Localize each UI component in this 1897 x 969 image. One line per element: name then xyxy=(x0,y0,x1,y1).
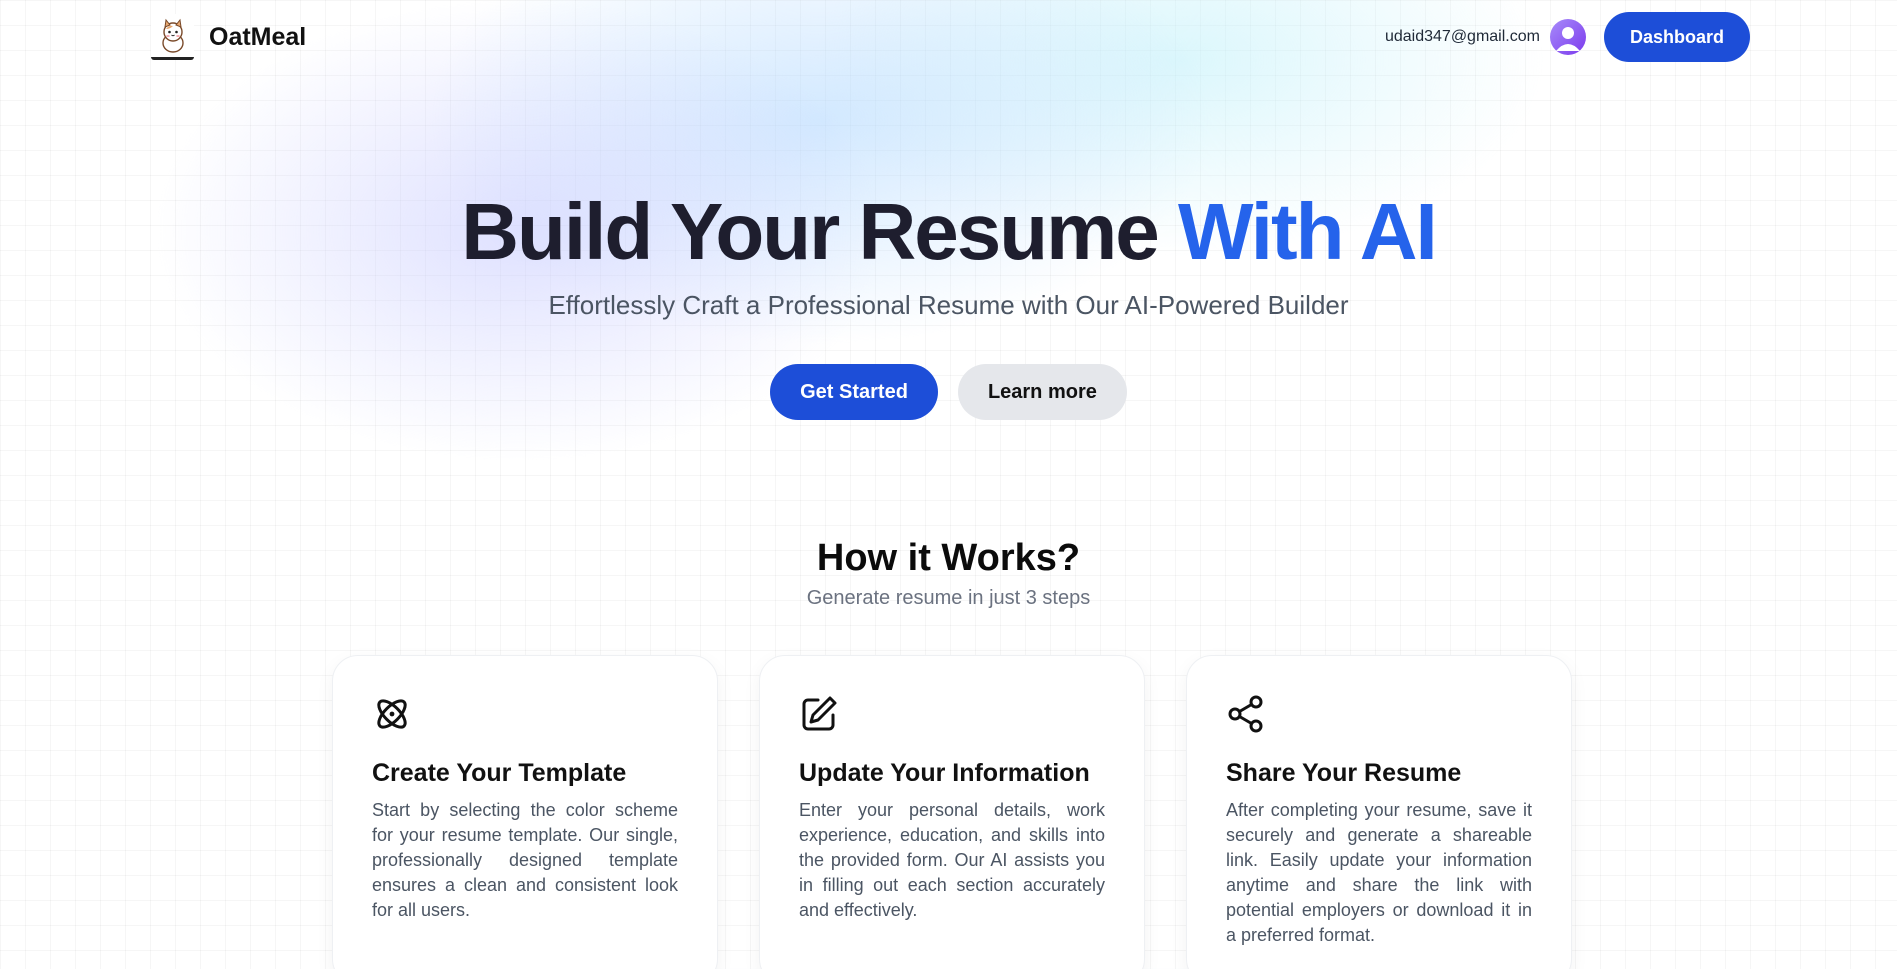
step-title: Update Your Information xyxy=(799,759,1090,787)
hero-subtitle: Effortlessly Craft a Professional Resume… xyxy=(548,290,1349,320)
hero-title: Build Your Resume With AI xyxy=(0,186,1897,278)
dashboard-button[interactable]: Dashboard xyxy=(1603,12,1750,62)
step-description: After completing your resume, save it se… xyxy=(1226,800,1532,945)
learn-more-button[interactable]: Learn more xyxy=(957,364,1127,420)
step-description: Enter your personal details, work experi… xyxy=(799,800,1105,920)
how-it-works-subtitle: Generate resume in just 3 steps xyxy=(806,587,1091,609)
step-card-share: Share Your Resume After completing your … xyxy=(1186,655,1572,969)
get-started-button[interactable]: Get Started xyxy=(770,364,938,420)
hero-actions: Get Started Learn more xyxy=(0,364,1897,420)
how-it-works-title: How it Works? xyxy=(816,537,1081,579)
step-card-template: Create Your Template Start by selecting … xyxy=(332,655,718,969)
step-title: Create Your Template xyxy=(372,759,627,787)
steps-cards: Create Your Template Start by selecting … xyxy=(332,655,1572,969)
top-navbar: OatMeal udaid347@gmail.com Dashboard xyxy=(0,0,1897,74)
cat-logo-icon xyxy=(151,14,194,60)
hero-title-accent: With AI xyxy=(1177,187,1438,276)
step-card-information: Update Your Information Enter your perso… xyxy=(759,655,1145,969)
brand-name: OatMeal xyxy=(209,22,307,51)
brand[interactable]: OatMeal xyxy=(151,14,306,60)
share-icon xyxy=(1228,695,1263,733)
user-avatar-icon[interactable] xyxy=(1549,19,1586,55)
edit-icon xyxy=(802,696,837,731)
step-description: Start by selecting the color scheme for … xyxy=(372,800,678,920)
atom-icon xyxy=(377,699,407,729)
header-actions: udaid347@gmail.com Dashboard xyxy=(1385,12,1750,62)
hero-title-main: Build Your Resume xyxy=(461,187,1160,276)
step-title: Share Your Resume xyxy=(1226,759,1462,787)
user-email: udaid347@gmail.com xyxy=(1384,28,1540,45)
